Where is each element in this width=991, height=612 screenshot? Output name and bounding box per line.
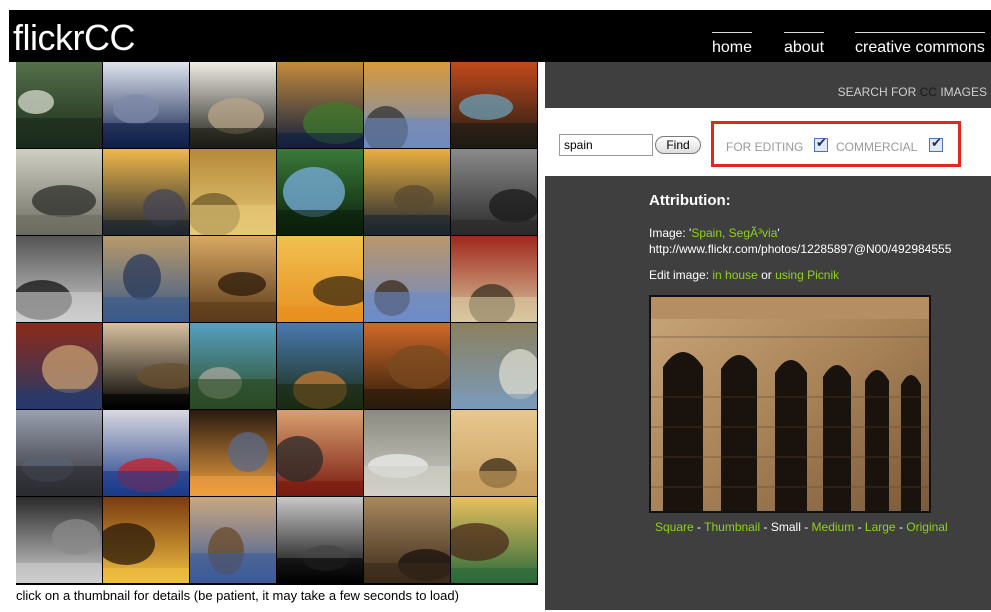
search-heading-prefix: SEARCH FOR — [837, 85, 920, 99]
search-heading-suffix: IMAGES — [936, 85, 987, 99]
nav-creative-commons-link[interactable]: creative commons — [855, 32, 985, 57]
thumbnail-stone-arch[interactable] — [364, 497, 450, 583]
size-square-link[interactable]: Square — [655, 520, 694, 534]
thumbnail-lone-tree-sea[interactable] — [16, 149, 102, 235]
thumbnail-yellow-window[interactable] — [451, 410, 537, 496]
size-large-link[interactable]: Large — [865, 520, 896, 534]
size-small-current: Small — [770, 520, 801, 534]
thumbnail-matador[interactable] — [451, 236, 537, 322]
thumbnail-mountain-lake[interactable] — [190, 323, 276, 409]
thumbnail-rocky-bay[interactable] — [277, 323, 363, 409]
search-heading-cc: CC — [919, 85, 937, 99]
details-panel: SEARCH FOR CC IMAGES Find FOR EDITING CO… — [545, 62, 991, 610]
thumbnail-sunset-sea[interactable] — [103, 149, 189, 235]
thumbnail-golden-coast[interactable] — [364, 149, 450, 235]
thumbnail-beach-bw[interactable] — [16, 236, 102, 322]
thumbnail-white-sculpture[interactable] — [103, 62, 189, 148]
edit-image-line: Edit image: in house or using Picnik — [649, 268, 839, 282]
thumbnail-arched-corridor[interactable] — [190, 236, 276, 322]
find-button[interactable]: Find — [655, 136, 701, 154]
size-sep: - — [800, 520, 812, 534]
size-medium-link[interactable]: Medium — [812, 520, 855, 534]
thumbnail-basilica-night[interactable] — [277, 62, 363, 148]
grid-caption: click on a thumbnail for details (be pat… — [16, 585, 544, 612]
thumbnail-abstract-red[interactable] — [277, 410, 363, 496]
edit-in-house-link[interactable]: in house — [712, 268, 757, 282]
for-editing-label: FOR EDITING — [726, 140, 804, 154]
thumbnail-orange-field[interactable] — [277, 236, 363, 322]
search-form: Find FOR EDITING COMMERCIAL — [545, 108, 991, 176]
image-url: http://www.flickr.com/photos/12285897@N0… — [649, 242, 952, 256]
license-filters: FOR EDITING COMMERCIAL — [711, 121, 961, 167]
nav-about-link[interactable]: about — [784, 32, 825, 57]
edit-or: or — [757, 268, 776, 282]
search-input[interactable] — [559, 134, 653, 156]
edit-prefix: Edit image: — [649, 268, 713, 282]
thumbnail-leaning-tower[interactable] — [103, 323, 189, 409]
image-suffix: ' — [777, 226, 780, 240]
size-thumbnail-link[interactable]: Thumbnail — [704, 520, 760, 534]
thumbnail-aqueduct[interactable] — [364, 236, 450, 322]
thumbnail-mountain-ruins[interactable] — [451, 323, 537, 409]
attribution-title: Attribution: — [649, 192, 731, 209]
thumbnail-sunset-ship[interactable] — [190, 410, 276, 496]
image-attribution: Image: 'Spain, SegÃ³via' http://www.flic… — [649, 225, 989, 257]
thumbnail-moon[interactable] — [277, 497, 363, 583]
thumbnail-grid — [16, 62, 538, 587]
thumbnail-tiny-planet[interactable] — [277, 149, 363, 235]
size-sep: - — [760, 520, 771, 534]
thumbnail-stone-house[interactable] — [190, 497, 276, 583]
thumbnail-dry-hills[interactable] — [103, 497, 189, 583]
thumbnail-old-street[interactable] — [364, 323, 450, 409]
app-logo[interactable]: flickrCC — [13, 18, 135, 58]
size-links: Square - Thumbnail - Small - Medium - La… — [655, 520, 948, 534]
size-original-link[interactable]: Original — [906, 520, 947, 534]
thumbnail-residential-building[interactable] — [103, 410, 189, 496]
thumbnail-stair-hall[interactable] — [451, 149, 537, 235]
thumbnail-rock-coast[interactable] — [451, 62, 537, 148]
image-title-link[interactable]: Spain, SegÃ³via — [691, 226, 777, 240]
thumbnail-wheat-field-tree[interactable] — [190, 149, 276, 235]
thumbnail-sand-dunes[interactable] — [364, 410, 450, 496]
preview-image[interactable] — [649, 295, 931, 513]
nav-home-link[interactable]: home — [712, 32, 753, 57]
image-prefix: Image: ' — [649, 226, 692, 240]
thumbnail-city-tower[interactable] — [364, 62, 450, 148]
thumbnail-white-deer[interactable] — [190, 62, 276, 148]
size-sep: - — [895, 520, 907, 534]
thumbnail-mountain-village[interactable] — [103, 236, 189, 322]
thumbnail-metal-sculpture[interactable] — [16, 410, 102, 496]
for-editing-checkbox[interactable] — [814, 135, 828, 152]
size-sep: - — [693, 520, 705, 534]
thumbnail-coast-cliffs[interactable] — [16, 323, 102, 409]
thumbnail-bw-portrait[interactable] — [16, 497, 102, 583]
commercial-checkbox[interactable] — [929, 135, 943, 152]
edit-picnik-link[interactable]: using Picnik — [775, 268, 839, 282]
size-sep: - — [854, 520, 865, 534]
header-bar: flickrCC home about creative commons — [9, 10, 991, 62]
commercial-label: COMMERCIAL — [836, 140, 918, 154]
aqueduct-image — [651, 297, 929, 511]
thumbnail-forest-path[interactable] — [16, 62, 102, 148]
thumbnail-gaudi-dragon[interactable] — [451, 497, 537, 583]
search-heading: SEARCH FOR CC IMAGES — [838, 85, 987, 99]
